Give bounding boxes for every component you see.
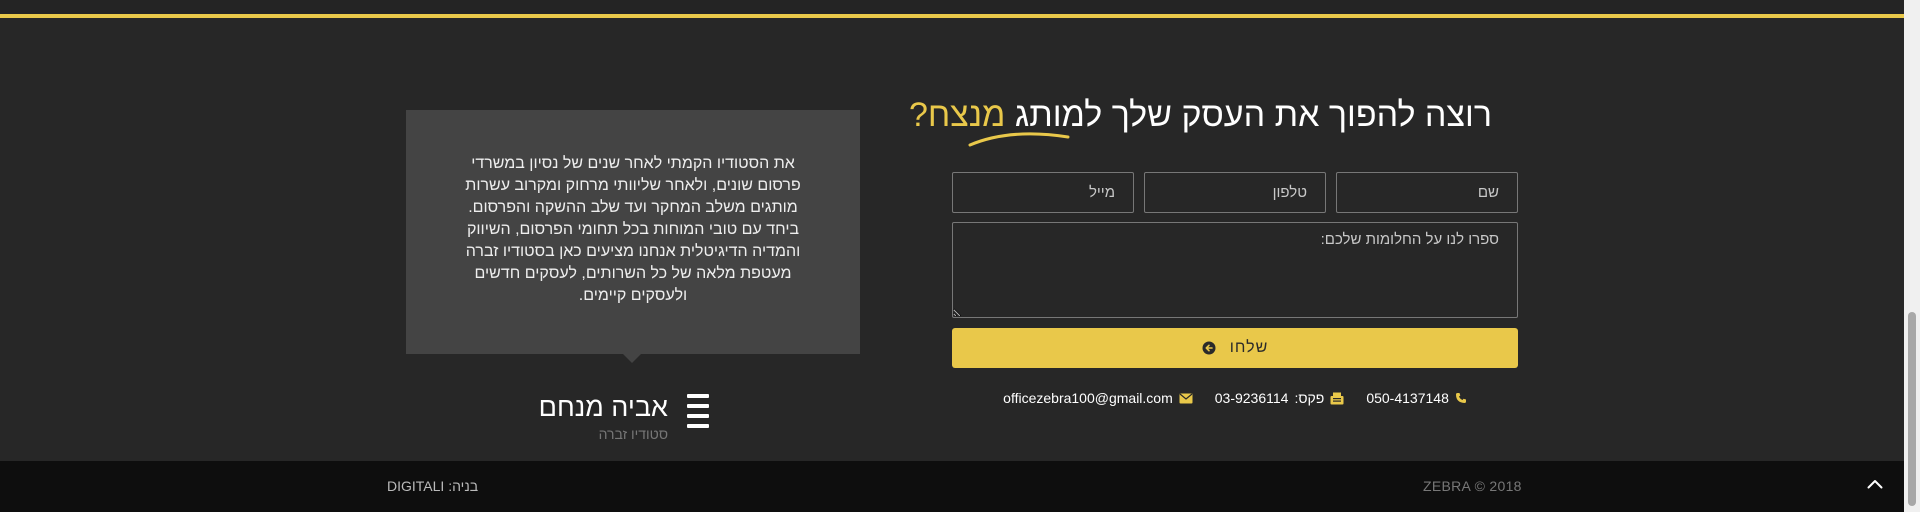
phone-icon [1455,393,1466,403]
footer: בניה: DIGITALI ZEBRA © 2018 [0,461,1904,512]
contact-email[interactable]: officezebra100@gmail.com [1003,390,1193,406]
testimonial-author-company: סטודיו זברה [598,426,668,442]
back-to-top-button[interactable] [1864,473,1886,495]
fax-icon [1330,392,1344,404]
zebra-lines-icon [687,394,709,428]
page-scrollbar[interactable] [1904,0,1920,512]
chevron-up-icon [1867,480,1883,489]
testimonial-box: את הסטודיו הקמתי לאחר שנים של נסיון במשר… [406,110,860,354]
contact-phone[interactable]: 050-4137148 [1366,390,1467,406]
form-heading-main: רוצה להפוך את העסק שלך למותג [1005,96,1492,134]
testimonial-pointer [623,354,641,363]
submit-button[interactable]: שלחו [952,328,1518,368]
footer-copyright: ZEBRA © 2018 [1423,478,1522,494]
form-heading-accent: מנצח? [909,96,1006,134]
top-accent-border [0,0,1904,18]
envelope-icon [1179,393,1193,403]
contact-fax: פקס: 03-9236114 [1215,390,1345,406]
testimonial-text: את הסטודיו הקמתי לאחר שנים של נסיון במשר… [465,155,801,304]
testimonial-author-name: אביה מנחם [538,392,668,422]
footer-built-by[interactable]: בניה: DIGITALI [387,478,478,494]
fax-number: 03-9236114 [1214,390,1289,406]
email-address: officezebra100@gmail.com [1003,390,1173,406]
email-field[interactable] [952,172,1134,213]
contact-info: 050-4137148 פקס: 03-9236114 officezebra1… [952,388,1518,408]
fax-label: פקס: [1294,390,1325,406]
swoosh-underline-icon [968,132,1070,147]
phone-field[interactable] [1144,172,1326,213]
arrow-circle-icon [1202,341,1216,355]
name-field[interactable] [1336,172,1518,213]
message-field[interactable] [952,222,1518,318]
phone-number: 050-4137148 [1366,390,1449,406]
submit-button-label: שלחו [1229,339,1269,356]
scrollbar-thumb[interactable] [1908,312,1916,506]
